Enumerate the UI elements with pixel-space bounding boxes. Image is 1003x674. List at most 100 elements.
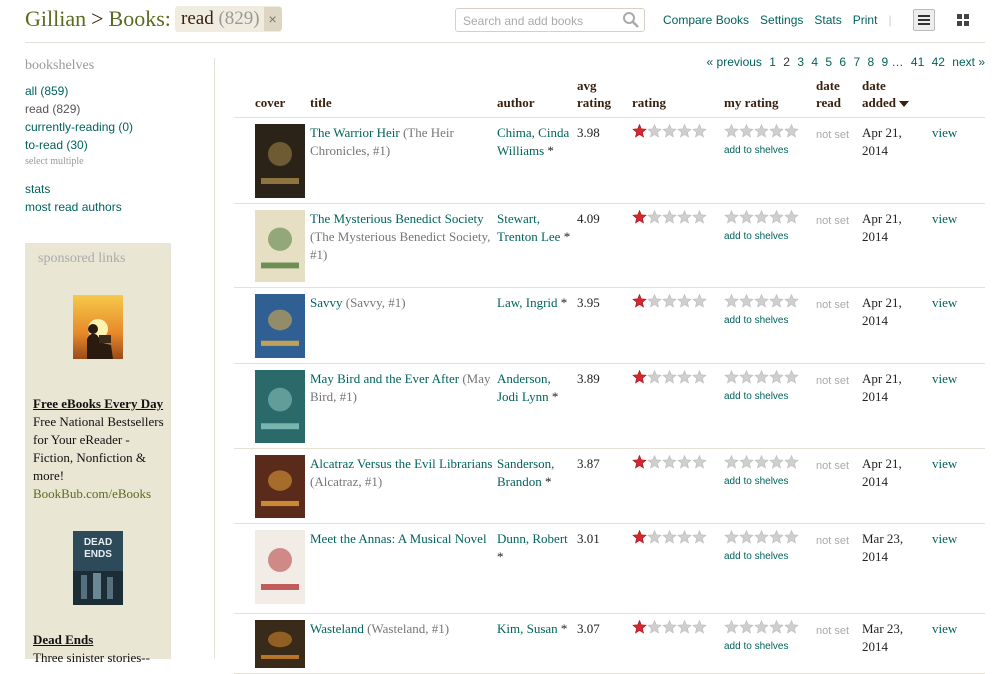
star-icon[interactable]	[647, 370, 662, 384]
star-icon[interactable]	[632, 294, 647, 308]
stats-sidebar-link[interactable]: stats	[25, 180, 205, 198]
view-link[interactable]: view	[932, 530, 957, 548]
star-icon[interactable]	[739, 370, 754, 384]
print-link[interactable]: Print	[853, 13, 878, 27]
star-icon[interactable]	[662, 294, 677, 308]
star-icon[interactable]	[662, 370, 677, 384]
book-title-link[interactable]: Wasteland (Wasteland, #1)	[310, 620, 495, 638]
add-to-shelves-link[interactable]: add to shelves	[724, 228, 799, 246]
star-icon[interactable]	[677, 620, 692, 634]
previous-page-link[interactable]: « previous	[707, 55, 762, 69]
star-icon[interactable]	[647, 620, 662, 634]
star-icon[interactable]	[784, 124, 799, 138]
shelf-currently-reading[interactable]: currently-reading (0)	[25, 118, 205, 136]
add-to-shelves-link[interactable]: add to shelves	[724, 388, 799, 406]
page-1-link[interactable]: 1	[769, 55, 776, 69]
my-rating-stars[interactable]	[724, 370, 799, 384]
book-cover[interactable]	[255, 294, 305, 358]
column-date-added[interactable]: date added	[862, 77, 909, 111]
author-link[interactable]: Chima, Cinda Williams *	[497, 124, 575, 160]
book-title-link[interactable]: May Bird and the Ever After (May Bird, #…	[310, 370, 495, 406]
star-icon[interactable]	[754, 620, 769, 634]
author-link[interactable]: Sanderson, Brandon *	[497, 455, 575, 491]
star-icon[interactable]	[769, 210, 784, 224]
add-to-shelves-link[interactable]: add to shelves	[724, 548, 799, 566]
search-input[interactable]	[461, 10, 625, 32]
column-my-rating[interactable]: my rating	[724, 94, 779, 111]
column-avg-rating[interactable]: avg rating	[577, 77, 611, 111]
star-icon[interactable]	[754, 530, 769, 544]
view-link[interactable]: view	[932, 294, 957, 312]
add-to-shelves-link[interactable]: add to shelves	[724, 473, 799, 491]
rating-stars[interactable]	[632, 210, 707, 224]
shelf-all[interactable]: all (859)	[25, 82, 205, 100]
star-icon[interactable]	[632, 455, 647, 469]
star-icon[interactable]	[677, 455, 692, 469]
star-icon[interactable]	[677, 210, 692, 224]
ad-1-url[interactable]: BookBub.com/eBooks	[33, 486, 151, 501]
star-icon[interactable]	[662, 530, 677, 544]
star-icon[interactable]	[647, 124, 662, 138]
search-icon[interactable]	[622, 11, 640, 34]
star-icon[interactable]	[769, 455, 784, 469]
column-title[interactable]: title	[310, 94, 332, 111]
ad-2-title[interactable]: Dead Ends	[33, 631, 165, 649]
author-link[interactable]: Kim, Susan *	[497, 620, 575, 638]
book-title-link[interactable]: The Warrior Heir (The Heir Chronicles, #…	[310, 124, 495, 160]
my-rating-stars[interactable]	[724, 620, 799, 634]
book-title-link[interactable]: Savvy (Savvy, #1)	[310, 294, 495, 312]
author-link[interactable]: Law, Ingrid *	[497, 294, 575, 312]
star-icon[interactable]	[769, 370, 784, 384]
column-author[interactable]: author	[497, 94, 535, 111]
star-icon[interactable]	[662, 124, 677, 138]
star-icon[interactable]	[739, 530, 754, 544]
my-rating-stars[interactable]	[724, 530, 799, 544]
page-5-link[interactable]: 5	[825, 55, 832, 69]
author-link[interactable]: Dunn, Robert *	[497, 530, 575, 566]
star-icon[interactable]	[724, 620, 739, 634]
column-cover[interactable]: cover	[255, 94, 285, 111]
star-icon[interactable]	[724, 294, 739, 308]
view-link[interactable]: view	[932, 370, 957, 388]
settings-link[interactable]: Settings	[760, 13, 803, 27]
star-icon[interactable]	[647, 530, 662, 544]
stats-link[interactable]: Stats	[814, 13, 841, 27]
my-rating-stars[interactable]	[724, 294, 799, 308]
star-icon[interactable]	[724, 210, 739, 224]
star-icon[interactable]	[677, 124, 692, 138]
rating-stars[interactable]	[632, 124, 707, 138]
star-icon[interactable]	[724, 370, 739, 384]
star-icon[interactable]	[647, 294, 662, 308]
star-icon[interactable]	[692, 455, 707, 469]
book-title-link[interactable]: Meet the Annas: A Musical Novel	[310, 530, 495, 548]
list-view-button[interactable]	[913, 9, 935, 31]
page-42-link[interactable]: 42	[932, 55, 945, 69]
book-cover[interactable]	[255, 620, 305, 668]
star-icon[interactable]	[754, 210, 769, 224]
star-icon[interactable]	[692, 530, 707, 544]
remove-shelf-button[interactable]: ×	[263, 7, 282, 31]
star-icon[interactable]	[632, 620, 647, 634]
add-to-shelves-link[interactable]: add to shelves	[724, 142, 799, 160]
page-9-link[interactable]: 9	[882, 55, 889, 69]
star-icon[interactable]	[739, 294, 754, 308]
star-icon[interactable]	[632, 530, 647, 544]
most-read-authors-link[interactable]: most read authors	[25, 198, 205, 216]
star-icon[interactable]	[769, 620, 784, 634]
my-rating-stars[interactable]	[724, 210, 799, 224]
rating-stars[interactable]	[632, 620, 707, 634]
add-to-shelves-link[interactable]: add to shelves	[724, 638, 799, 656]
shelf-to-read[interactable]: to-read (30)	[25, 136, 205, 154]
book-title-link[interactable]: Alcatraz Versus the Evil Librarians (Alc…	[310, 455, 495, 491]
select-multiple-link[interactable]: select multiple	[25, 154, 205, 170]
star-icon[interactable]	[692, 124, 707, 138]
compare-books-link[interactable]: Compare Books	[663, 13, 749, 27]
star-icon[interactable]	[647, 455, 662, 469]
star-icon[interactable]	[784, 294, 799, 308]
add-to-shelves-link[interactable]: add to shelves	[724, 312, 799, 330]
star-icon[interactable]	[754, 124, 769, 138]
view-link[interactable]: view	[932, 620, 957, 638]
view-link[interactable]: view	[932, 210, 957, 228]
shelf-read[interactable]: read (829)	[25, 100, 205, 118]
star-icon[interactable]	[784, 210, 799, 224]
